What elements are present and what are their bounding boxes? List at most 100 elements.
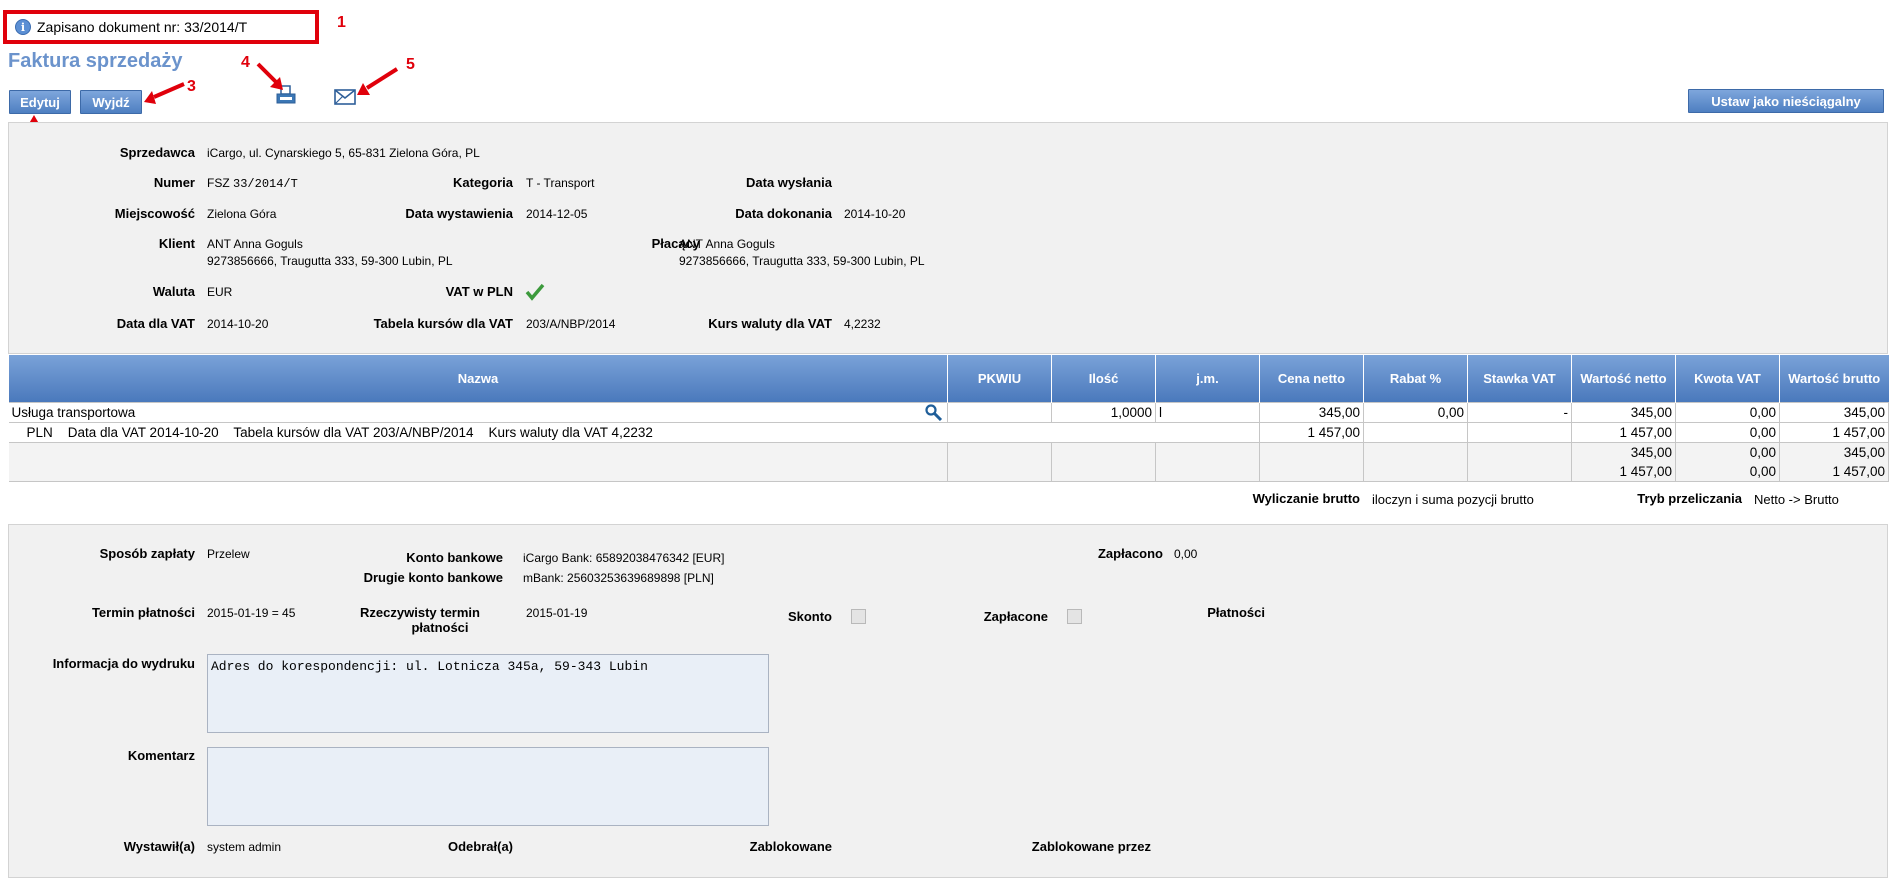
col-discount[interactable]: Rabat % bbox=[1363, 355, 1468, 403]
info-icon: i bbox=[15, 19, 31, 35]
rate-label: Kurs waluty dla VAT bbox=[708, 316, 832, 331]
vat-date-label: Data dla VAT bbox=[116, 316, 195, 331]
category-label: Kategoria bbox=[453, 175, 513, 190]
table-row: PLN Data dla VAT 2014-10-20 Tabela kursó… bbox=[8, 422, 1889, 443]
issue-date-value: 2014-12-05 bbox=[526, 207, 588, 221]
category-value: T - Transport bbox=[526, 176, 595, 190]
search-icon[interactable] bbox=[925, 404, 943, 421]
rate-table-value: 203/A/NBP/2014 bbox=[526, 317, 616, 331]
table-row[interactable]: Usługa transportowa 1,0000 l 345,00 0,00… bbox=[8, 402, 1889, 423]
gross-calc-label: Wyliczanie brutto bbox=[1252, 491, 1360, 506]
annotation-4: 4 bbox=[241, 54, 250, 71]
rate-value: 4,2232 bbox=[844, 317, 881, 331]
real-due-date-value: 2015-01-19 bbox=[526, 606, 588, 620]
sum-vat-pln: 0,00 bbox=[1749, 464, 1776, 479]
item-vat-rate: - bbox=[1467, 402, 1572, 423]
issued-by-label: Wystawił(a) bbox=[123, 839, 195, 854]
edit-button[interactable]: Edytuj bbox=[9, 90, 71, 114]
sum-net-eur: 345,00 bbox=[1630, 445, 1672, 460]
comment-textarea[interactable] bbox=[207, 747, 769, 826]
completion-date-label: Data dokonania bbox=[735, 206, 832, 221]
real-due-label-line2: płatności bbox=[411, 620, 469, 635]
table-totals-row: 345,00 1 457,00 0,00 0,00 345,00 1 457,00 bbox=[8, 442, 1889, 482]
sum-net-pln: 1 457,00 bbox=[1619, 464, 1672, 479]
issued-by-value: system admin bbox=[207, 840, 282, 854]
discount-label: Skonto bbox=[787, 609, 832, 624]
sum-empty bbox=[8, 442, 948, 482]
items-table: Nazwa PKWIU Ilość j.m. Cena netto Rabat … bbox=[8, 355, 1889, 482]
paid-checkbox[interactable] bbox=[1067, 609, 1082, 624]
currency-label: Waluta bbox=[152, 284, 195, 299]
city-value: Zielona Góra bbox=[207, 207, 277, 221]
paid-label: Zapłacone bbox=[983, 609, 1048, 624]
pln-vat-rate bbox=[1467, 422, 1572, 443]
col-gross-value[interactable]: Wartość brutto bbox=[1779, 355, 1889, 403]
item-unit: l bbox=[1155, 402, 1260, 423]
seller-value: iCargo, ul. Cynarskiego 5, 65-831 Zielon… bbox=[207, 146, 480, 160]
item-vat: 0,00 bbox=[1675, 402, 1780, 423]
paid-amount-value: 0,00 bbox=[1174, 547, 1198, 561]
number-prefix: FSZ bbox=[207, 176, 230, 190]
sum-empty bbox=[947, 442, 1052, 482]
gross-calc-value: iloczyn i suma pozycji brutto bbox=[1372, 492, 1534, 507]
col-qty[interactable]: Ilość bbox=[1051, 355, 1156, 403]
vat-date-value: 2014-10-20 bbox=[207, 317, 269, 331]
client-label: Klient bbox=[158, 236, 195, 251]
payer-address: 9273856666, Traugutta 333, 59-300 Lubin,… bbox=[679, 254, 925, 268]
real-due-label-line1: Rzeczywisty termin bbox=[360, 605, 480, 620]
pln-discount bbox=[1363, 422, 1468, 443]
issue-date-label: Data wystawienia bbox=[405, 206, 513, 221]
item-discount: 0,00 bbox=[1363, 402, 1468, 423]
sum-gross-pln: 1 457,00 bbox=[1832, 464, 1885, 479]
page-title: Faktura sprzedaży bbox=[8, 50, 183, 72]
recalc-mode-label: Tryb przeliczania bbox=[1637, 491, 1742, 506]
item-name: Usługa transportowa bbox=[11, 405, 136, 420]
pln-info: PLN Data dla VAT 2014-10-20 Tabela kursó… bbox=[8, 422, 1260, 443]
locked-label: Zablokowane bbox=[749, 839, 832, 854]
exit-button[interactable]: Wyjdź bbox=[80, 90, 142, 114]
arrow-3-icon bbox=[144, 82, 185, 104]
notice-text: Zapisano dokument nr: 33/2014/T bbox=[37, 19, 248, 35]
sum-empty bbox=[1467, 442, 1572, 482]
discount-checkbox[interactable] bbox=[851, 609, 866, 624]
pln-net: 1 457,00 bbox=[1571, 422, 1676, 443]
currency-value: EUR bbox=[207, 285, 233, 299]
print-info-label: Informacja do wydruku bbox=[52, 656, 195, 671]
locked-by-label: Zablokowane przez bbox=[1031, 839, 1151, 854]
payment-method-value: Przelew bbox=[207, 547, 250, 561]
due-date-label: Termin płatności bbox=[91, 605, 195, 620]
col-unit[interactable]: j.m. bbox=[1155, 355, 1260, 403]
sum-empty bbox=[1363, 442, 1468, 482]
set-uncollectible-button[interactable]: Ustaw jako nieściągalny bbox=[1688, 89, 1884, 113]
table-header-row: Nazwa PKWIU Ilość j.m. Cena netto Rabat … bbox=[8, 355, 1889, 403]
col-name[interactable]: Nazwa bbox=[8, 355, 948, 403]
sum-gross-eur: 345,00 bbox=[1843, 445, 1885, 460]
sum-vat-eur: 0,00 bbox=[1749, 445, 1776, 460]
col-pkwiu[interactable]: PKWIU bbox=[947, 355, 1052, 403]
sum-gross: 345,00 1 457,00 bbox=[1779, 442, 1889, 482]
col-price[interactable]: Cena netto bbox=[1259, 355, 1364, 403]
received-by-label: Odebrał(a) bbox=[447, 839, 513, 854]
item-name-cell: Usługa transportowa bbox=[8, 402, 948, 423]
client-address: 9273856666, Traugutta 333, 59-300 Lubin,… bbox=[207, 254, 453, 268]
col-vat-rate[interactable]: Stawka VAT bbox=[1467, 355, 1572, 403]
annotation-1: 1 bbox=[337, 14, 346, 31]
rate-table-label: Tabela kursów dla VAT bbox=[373, 316, 513, 331]
print-info-textarea[interactable]: Adres do korespondencji: ul. Lotnicza 34… bbox=[207, 654, 769, 733]
sum-vat: 0,00 0,00 bbox=[1675, 442, 1780, 482]
vat-pln-label: VAT w PLN bbox=[445, 284, 513, 299]
col-net-value[interactable]: Wartość netto bbox=[1571, 355, 1676, 403]
paid-amount-label: Zapłacono bbox=[1097, 546, 1163, 561]
col-vat-amount[interactable]: Kwota VAT bbox=[1675, 355, 1780, 403]
client-name: ANT Anna Goguls bbox=[207, 237, 303, 251]
sum-empty bbox=[1051, 442, 1156, 482]
payer-label: Płacący bbox=[651, 236, 700, 251]
real-due-date-label: Rzeczywisty termin płatności bbox=[330, 605, 510, 635]
item-qty: 1,0000 bbox=[1051, 402, 1156, 423]
arrow-4-icon bbox=[256, 62, 283, 90]
annotation-5: 5 bbox=[406, 56, 415, 73]
save-notice: i Zapisano dokument nr: 33/2014/T bbox=[3, 10, 319, 44]
pln-gross: 1 457,00 bbox=[1779, 422, 1889, 443]
bank-account-value: iCargo Bank: 65892038476342 [EUR] bbox=[523, 551, 725, 565]
checkmark-icon bbox=[525, 283, 545, 301]
